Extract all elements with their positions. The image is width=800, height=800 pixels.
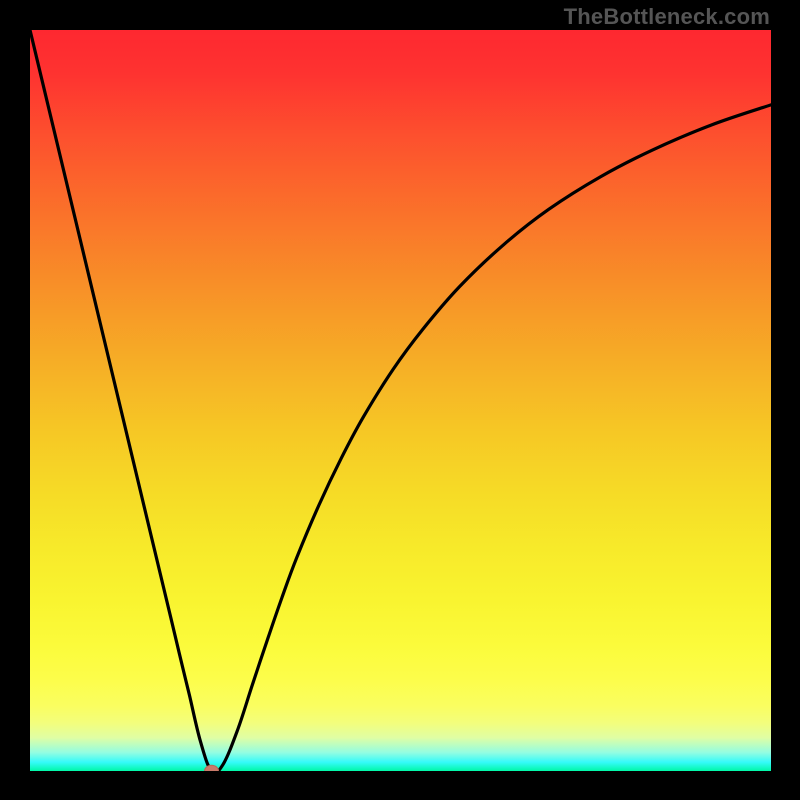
gradient-background — [30, 30, 771, 771]
chart-frame: TheBottleneck.com — [0, 0, 800, 800]
plot-svg — [30, 30, 771, 771]
plot-area — [30, 30, 771, 771]
watermark-text: TheBottleneck.com — [564, 4, 770, 30]
